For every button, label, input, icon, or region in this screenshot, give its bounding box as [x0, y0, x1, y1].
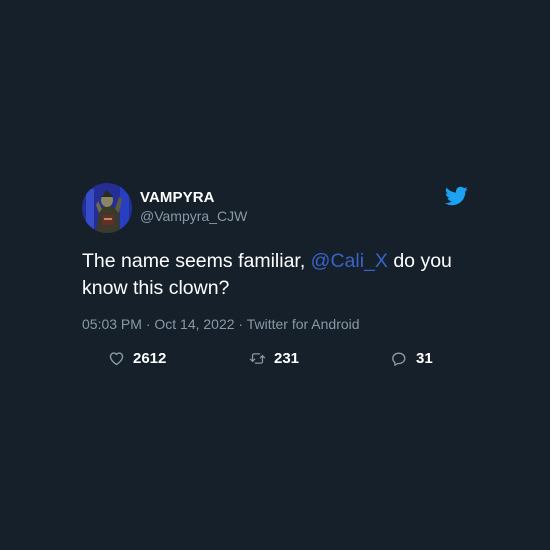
user-info: VAMPYRA @Vampyra_CJW [140, 189, 247, 226]
display-name[interactable]: VAMPYRA [140, 189, 247, 207]
retweet-button[interactable]: 231 [249, 347, 299, 369]
reply-count: 31 [416, 349, 433, 367]
retweet-icon [249, 352, 266, 364]
avatar[interactable] [82, 183, 132, 233]
reply-button[interactable]: 31 [391, 347, 433, 369]
reply-icon [392, 352, 406, 366]
tweet-timestamp[interactable]: 05:03 PM · Oct 14, 2022 · Twitter for An… [82, 315, 470, 333]
mention-link[interactable]: @Cali_X [311, 250, 388, 272]
tweet-text-before: The name seems familiar, [82, 250, 311, 272]
user-handle[interactable]: @Vampyra_CJW [140, 207, 247, 226]
tweet-stats: 2612 231 31 [82, 347, 470, 369]
retweet-count: 231 [274, 349, 300, 367]
tweet-header: VAMPYRA @Vampyra_CJW [82, 182, 470, 234]
like-button[interactable]: 2612 [108, 347, 166, 369]
avatar-image [82, 183, 132, 233]
tweet-text: The name seems familiar, @Cali_X do you … [82, 248, 462, 302]
like-count: 2612 [133, 349, 167, 367]
twitter-bird-icon [444, 186, 468, 206]
tweet-card: VAMPYRA @Vampyra_CJW The name seems fami… [82, 182, 470, 369]
heart-icon [109, 351, 124, 365]
